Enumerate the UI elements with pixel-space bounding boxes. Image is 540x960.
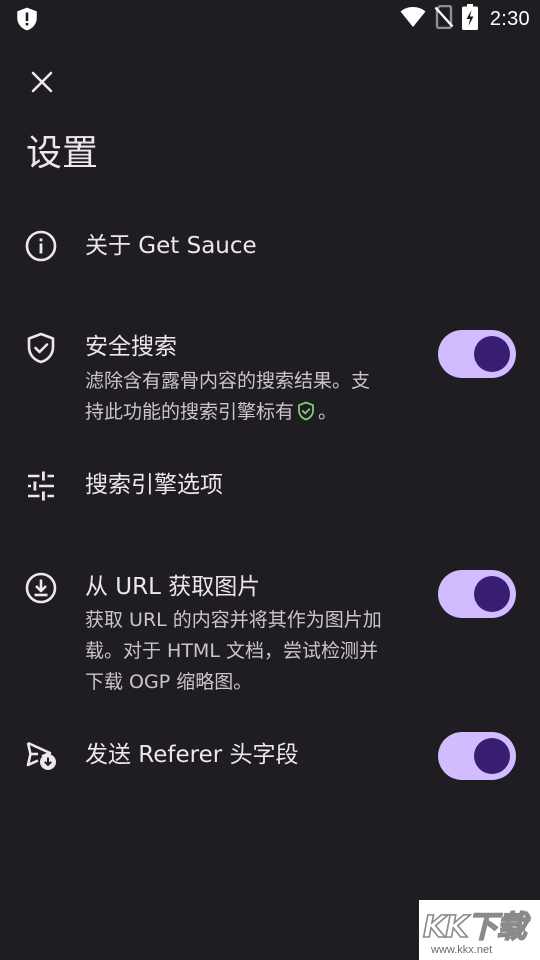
setting-safe-search-description: 滤除含有露骨内容的搜索结果。支 持此功能的搜索引擎标有 。 — [85, 366, 415, 431]
setting-about-title: 关于 Get Sauce — [85, 233, 257, 259]
safe-search-toggle[interactable] — [438, 330, 516, 378]
safe-search-desc-line2: 持此功能的搜索引擎标有 。 — [85, 397, 415, 431]
watermark: KK下载 www.kkx.net — [419, 900, 540, 960]
setting-send-referer-title: 发送 Referer 头字段 — [85, 742, 299, 768]
fetch-url-desc-line3: 下载 OGP 缩略图。 — [85, 671, 253, 693]
setting-send-referer[interactable]: 发送 Referer 头字段 — [0, 724, 540, 786]
send-referer-toggle-thumb — [474, 738, 510, 774]
fetch-url-desc-line2: 载。对于 HTML 文档，尝试检测并 — [85, 640, 378, 662]
close-button[interactable] — [20, 62, 64, 106]
fetch-url-desc-line1: 获取 URL 的内容并将其作为图片加 — [85, 609, 382, 631]
safe-search-toggle-thumb — [474, 336, 510, 372]
setting-safe-search-title: 安全搜索 — [85, 334, 177, 360]
download-circle-icon — [24, 571, 58, 605]
setting-about[interactable]: 关于 Get Sauce — [0, 208, 540, 284]
alert-shield-icon — [14, 6, 40, 32]
watermark-url: www.kkx.net — [431, 944, 493, 956]
status-icons: 2:30 — [400, 4, 530, 34]
battery-charging-icon — [461, 4, 478, 34]
setting-engine-options[interactable]: 搜索引擎选项 — [0, 448, 540, 524]
info-icon — [24, 229, 58, 263]
safe-search-desc-line1: 滤除含有露骨内容的搜索结果。支 — [85, 370, 371, 392]
safe-search-desc-line2-after: 。 — [318, 401, 338, 423]
page-title: 设置 — [26, 133, 99, 174]
tune-icon — [24, 469, 58, 503]
send-referer-toggle[interactable] — [438, 732, 516, 780]
status-time: 2:30 — [489, 7, 530, 30]
fetch-url-toggle[interactable] — [438, 570, 516, 618]
safe-search-desc-line2-before: 持此功能的搜索引擎标有 — [85, 401, 295, 423]
close-icon — [31, 71, 53, 97]
status-bar: 2:30 — [0, 0, 540, 38]
setting-engine-options-title: 搜索引擎选项 — [85, 472, 223, 498]
shield-check-icon — [24, 331, 58, 365]
send-referer-icon — [24, 738, 58, 772]
safe-badge-icon — [296, 400, 316, 431]
watermark-logo: KK下载 — [422, 909, 527, 946]
setting-fetch-url-description: 获取 URL 的内容并将其作为图片加 载。对于 HTML 文档，尝试检测并 下载… — [85, 605, 425, 698]
setting-safe-search[interactable]: 安全搜索 滤除含有露骨内容的搜索结果。支 持此功能的搜索引擎标有 。 — [0, 326, 540, 430]
no-sim-icon — [434, 4, 454, 33]
setting-fetch-url-title: 从 URL 获取图片 — [85, 574, 261, 600]
fetch-url-toggle-thumb — [474, 576, 510, 612]
wifi-icon — [400, 6, 426, 32]
setting-fetch-url[interactable]: 从 URL 获取图片 获取 URL 的内容并将其作为图片加 载。对于 HTML … — [0, 568, 540, 700]
